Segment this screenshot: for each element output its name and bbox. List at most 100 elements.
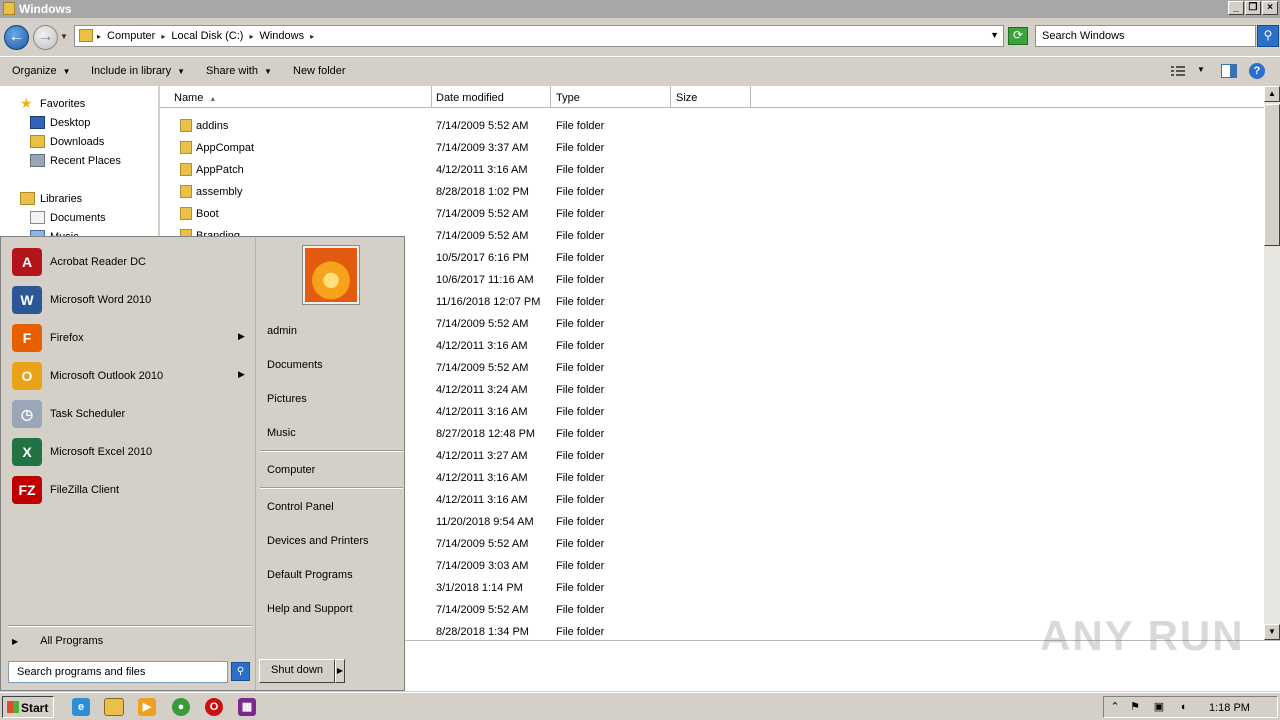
separator (260, 450, 403, 452)
start-item-pictures[interactable]: Pictures (267, 393, 307, 405)
nav-libraries[interactable]: Libraries (20, 192, 82, 205)
view-options-icon[interactable] (1170, 64, 1186, 78)
start-button[interactable]: Start (2, 696, 54, 718)
nav-downloads[interactable]: Downloads (30, 135, 104, 148)
nav-documents[interactable]: Documents (30, 211, 106, 224)
volume-icon[interactable]: ◖ (1176, 701, 1190, 714)
media-player-icon[interactable]: ▶ (138, 698, 156, 716)
new-folder-button[interactable]: New folder (293, 65, 346, 77)
file-type: File folder (556, 208, 605, 220)
preview-pane-icon[interactable] (1221, 64, 1237, 78)
start-item-default-programs[interactable]: Default Programs (267, 569, 353, 581)
column-header-date[interactable]: Date modified (432, 86, 551, 108)
folder-icon (180, 163, 192, 176)
file-date: 7/14/2009 5:52 AM (436, 120, 529, 132)
excel-icon: X (12, 438, 42, 466)
start-program-item[interactable]: FZ FileZilla Client (2, 471, 254, 509)
file-date: 7/14/2009 3:03 AM (436, 560, 529, 572)
scroll-thumb[interactable] (1264, 104, 1280, 246)
table-row[interactable]: Boot 7/14/2009 5:52 AM File folder (160, 203, 1264, 225)
title-bar[interactable]: Windows _ ❐ × (0, 0, 1280, 18)
nav-favorites[interactable]: ★ Favorites (20, 96, 85, 110)
include-in-library-button[interactable]: Include in library ▼ (91, 65, 185, 77)
internet-explorer-icon[interactable]: e (72, 698, 90, 716)
folder-icon (3, 2, 15, 15)
breadcrumb-local-disk[interactable]: Local Disk (C:) (171, 30, 243, 42)
start-search-input[interactable]: Search programs and files (8, 661, 228, 683)
start-item-control-panel[interactable]: Control Panel (267, 501, 334, 513)
start-item-devices[interactable]: Devices and Printers (267, 535, 369, 547)
breadcrumb-windows[interactable]: Windows (259, 30, 304, 42)
table-row[interactable]: assembly 8/28/2018 1:02 PM File folder (160, 181, 1264, 203)
organize-button[interactable]: Organize ▼ (12, 65, 71, 77)
scroll-up-button[interactable]: ▲ (1264, 86, 1280, 102)
nav-recent-places[interactable]: Recent Places (30, 154, 121, 167)
explorer-icon[interactable] (104, 698, 124, 716)
acrobat-icon: A (12, 248, 42, 276)
arrow-right-icon: ▶ (238, 369, 245, 379)
chevron-down-icon[interactable]: ▸ (161, 32, 165, 41)
opera-icon[interactable]: O (205, 698, 223, 716)
start-program-item[interactable]: X Microsoft Excel 2010 (2, 433, 254, 471)
start-program-item[interactable]: ◷ Task Scheduler (2, 395, 254, 433)
shutdown-options-button[interactable]: ▶ (335, 659, 345, 683)
help-icon[interactable]: ? (1249, 63, 1265, 79)
all-programs-button[interactable]: ▶ All Programs (12, 635, 103, 647)
chevron-down-icon[interactable]: ▸ (310, 32, 314, 41)
chrome-icon[interactable]: ● (172, 698, 190, 716)
shutdown-button[interactable]: Shut down (259, 659, 335, 683)
nav-label: Documents (50, 211, 106, 224)
share-with-button[interactable]: Share with ▼ (206, 65, 272, 77)
refresh-button[interactable]: ⟳ (1008, 27, 1028, 45)
search-icon[interactable]: ⚲ (231, 662, 250, 681)
clock[interactable]: 1:18 PM (1209, 702, 1250, 714)
nav-desktop[interactable]: Desktop (30, 116, 90, 129)
search-icon[interactable]: ⚲ (1257, 25, 1279, 47)
file-date: 4/12/2011 3:16 AM (436, 494, 528, 506)
separator (260, 487, 403, 489)
chevron-down-icon[interactable]: ▸ (97, 32, 101, 41)
table-row[interactable]: addins 7/14/2009 5:52 AM File folder (160, 115, 1264, 137)
winrar-icon[interactable]: ▦ (238, 698, 256, 716)
address-history-dropdown[interactable]: ▼ (990, 30, 999, 40)
address-row: ← → ▼ ▸ Computer ▸ Local Disk (C:) ▸ Win… (0, 18, 1280, 54)
search-input[interactable]: Search Windows (1035, 25, 1256, 47)
vertical-scrollbar[interactable]: ▲ ▼ (1264, 86, 1280, 640)
start-item-computer[interactable]: Computer (267, 464, 315, 476)
chevron-down-icon[interactable]: ▸ (249, 32, 253, 41)
flag-icon[interactable]: ⚑ (1128, 701, 1142, 714)
recent-pages-dropdown[interactable]: ▼ (60, 32, 68, 41)
back-button[interactable]: ← (4, 25, 29, 50)
start-program-item[interactable]: F Firefox ▶ (2, 319, 254, 357)
start-item-music[interactable]: Music (267, 427, 296, 439)
scroll-down-button[interactable]: ▼ (1264, 624, 1280, 640)
minimize-button[interactable]: _ (1228, 1, 1244, 15)
column-header-type[interactable]: Type (551, 86, 671, 108)
system-tray: ⌃ ⚑ ▣ ◖ 1:18 PM (1103, 696, 1278, 718)
user-avatar[interactable] (302, 245, 360, 305)
file-type: File folder (556, 164, 605, 176)
network-icon[interactable]: ▣ (1152, 701, 1166, 714)
close-button[interactable]: × (1262, 1, 1278, 15)
column-header-name[interactable]: Name ▲ (160, 86, 432, 108)
table-row[interactable]: AppCompat 7/14/2009 3:37 AM File folder (160, 137, 1264, 159)
file-name: AppCompat (196, 142, 255, 154)
start-item-admin[interactable]: admin (267, 325, 297, 337)
start-program-item[interactable]: W Microsoft Word 2010 (2, 281, 254, 319)
breadcrumb-computer[interactable]: Computer (107, 30, 155, 42)
restore-button[interactable]: ❐ (1245, 1, 1261, 15)
start-item-help[interactable]: Help and Support (267, 603, 353, 615)
navigation-pane: ★ Favorites Desktop Downloads Recent Pla… (0, 86, 158, 243)
file-type: File folder (556, 472, 605, 484)
column-header-size[interactable]: Size (671, 86, 751, 108)
start-program-item[interactable]: A Acrobat Reader DC (2, 243, 254, 281)
file-type: File folder (556, 252, 605, 264)
view-dropdown[interactable]: ▼ (1197, 65, 1205, 74)
file-type: File folder (556, 560, 605, 572)
forward-button[interactable]: → (33, 25, 58, 50)
start-item-documents[interactable]: Documents (267, 359, 323, 371)
address-bar[interactable]: ▸ Computer ▸ Local Disk (C:) ▸ Windows ▸… (74, 25, 1004, 47)
table-row[interactable]: AppPatch 4/12/2011 3:16 AM File folder (160, 159, 1264, 181)
show-hidden-icons-icon[interactable]: ⌃ (1108, 701, 1122, 714)
start-program-item[interactable]: O Microsoft Outlook 2010 ▶ (2, 357, 254, 395)
